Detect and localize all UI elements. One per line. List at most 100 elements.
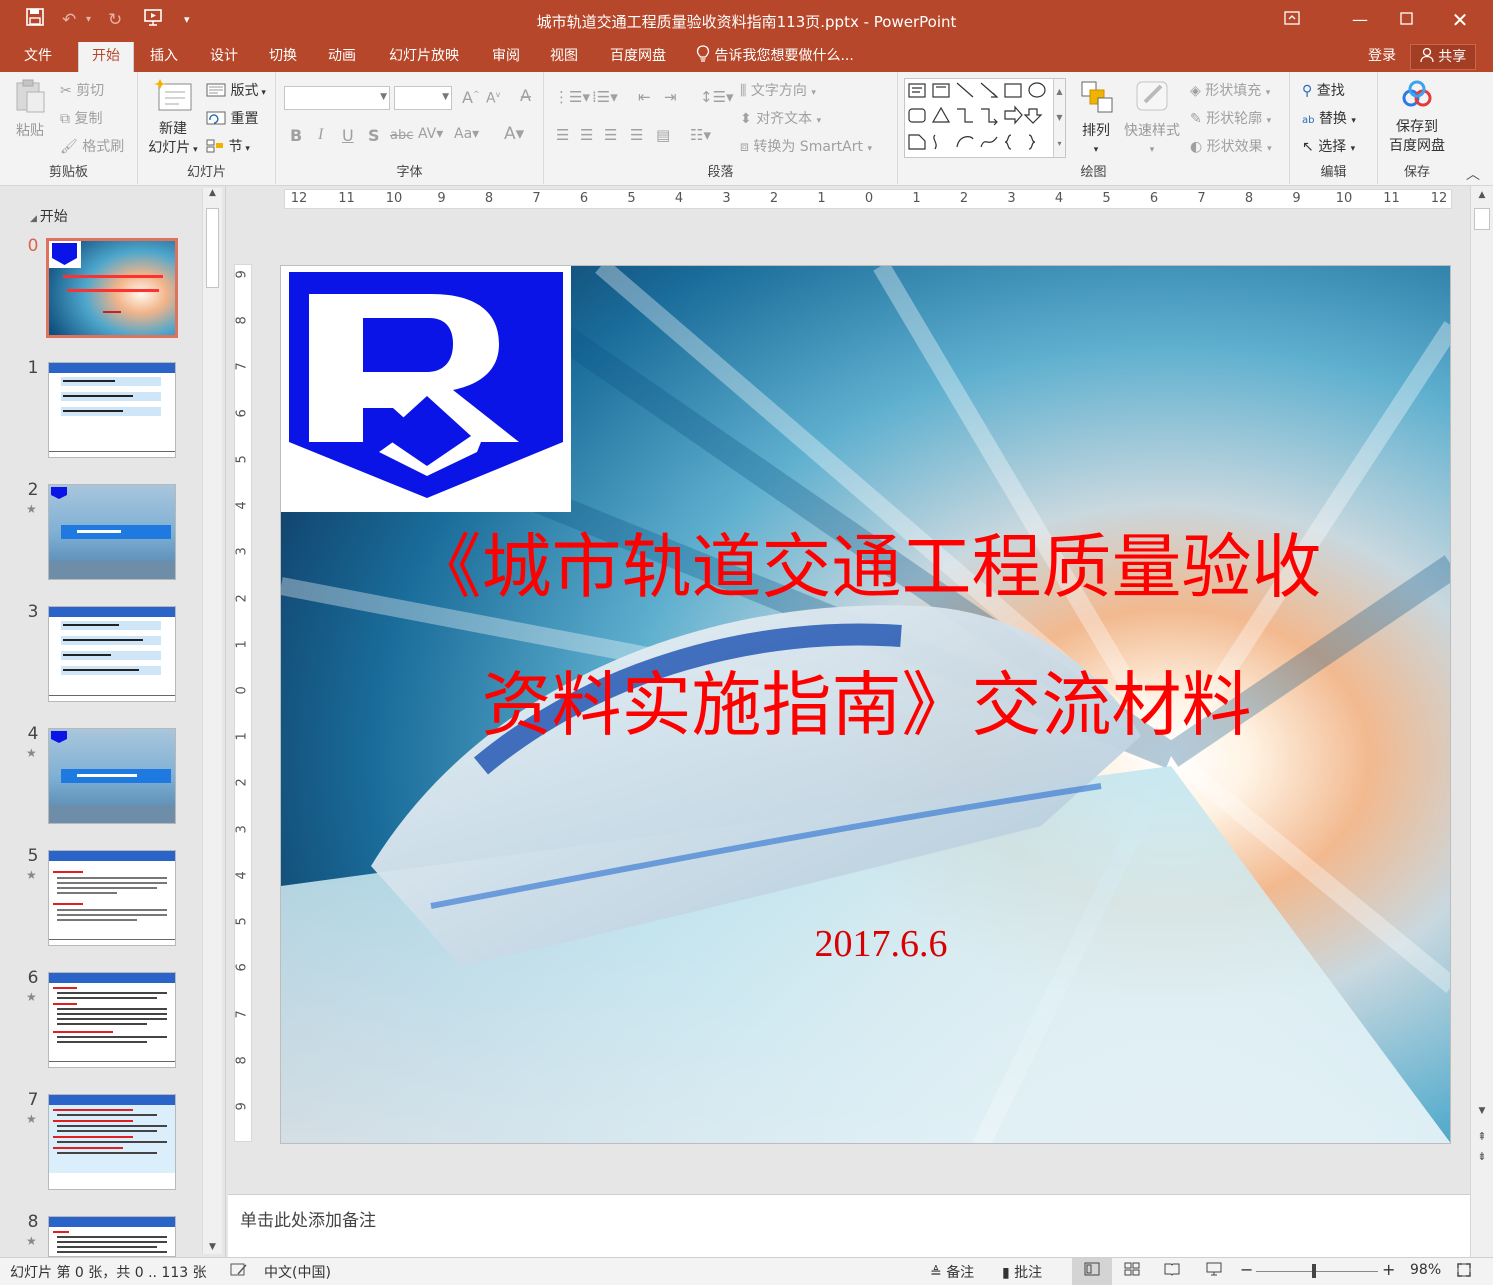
convert-smartart-button[interactable]: ⧈ 转换为 SmartArt ▾ — [740, 136, 872, 156]
slide-sorter-icon[interactable] — [1124, 1262, 1140, 1280]
zoom-slider-track[interactable] — [1256, 1271, 1378, 1272]
language-indicator[interactable]: 中文(中国) — [264, 1262, 331, 1282]
slide-thumbnail[interactable] — [48, 1216, 176, 1257]
thumbnail-scrollbar[interactable]: ▲ ▼ — [202, 188, 222, 1254]
maximize-icon[interactable] — [1386, 6, 1426, 34]
slide-thumbnail[interactable] — [48, 362, 176, 458]
zoom-level[interactable]: 98% — [1410, 1262, 1441, 1278]
numbering-icon[interactable]: ⁞☰▾ — [592, 88, 618, 106]
tab-review[interactable]: 审阅 — [482, 42, 530, 72]
scroll-up-icon[interactable]: ▲ — [1471, 190, 1493, 200]
tab-home[interactable]: 开始 — [78, 42, 134, 72]
bold-icon[interactable]: B — [290, 126, 302, 145]
tab-slideshow[interactable]: 幻灯片放映 — [380, 42, 468, 72]
font-color-icon[interactable]: A▾ — [504, 124, 524, 144]
close-icon[interactable]: ✕ — [1440, 6, 1480, 34]
align-text-button[interactable]: ⬍ 对齐文本 ▾ — [740, 108, 821, 128]
gallery-scroll[interactable]: ▲ ▼ ▾ — [1053, 79, 1065, 157]
grow-font-icon[interactable]: A^ — [462, 88, 480, 107]
fit-to-window-icon[interactable] — [1456, 1262, 1472, 1282]
line-spacing-icon[interactable]: ↕☰▾ — [700, 88, 734, 106]
layout-button[interactable]: 版式 ▾ — [206, 80, 266, 100]
reset-button[interactable]: 重置 — [206, 108, 258, 128]
tab-transitions[interactable]: 切换 — [259, 42, 307, 72]
shapes-gallery[interactable]: ▲ ▼ ▾ — [904, 78, 1066, 158]
slide-thumbnail[interactable] — [48, 1094, 176, 1190]
notes-pane[interactable]: 单击此处添加备注 — [228, 1194, 1470, 1257]
slide-title[interactable]: 《城市轨道交通工程质量验收 资料实施指南》交流材料 — [281, 498, 1450, 774]
shape-outline-button[interactable]: ✎ 形状轮廓 ▾ — [1190, 108, 1271, 128]
section-button[interactable]: 节 ▾ — [206, 136, 250, 156]
font-name-combo[interactable]: ▼ — [284, 86, 390, 110]
slide-thumbnail[interactable] — [48, 850, 176, 946]
shadow-icon[interactable]: S — [368, 126, 380, 145]
clear-formatting-icon[interactable]: A̶ — [520, 86, 531, 105]
bullets-icon[interactable]: ⋮☰▾ — [554, 88, 590, 106]
slide-canvas[interactable]: 《城市轨道交通工程质量验收 资料实施指南》交流材料 2017.6.6 — [280, 265, 1451, 1144]
copy-button[interactable]: ⧉ 复制 — [60, 108, 102, 128]
tab-insert[interactable]: 插入 — [140, 42, 188, 72]
save-to-netdisk-button[interactable]: 保存到 百度网盘 — [1382, 80, 1452, 156]
slide-thumbnail[interactable] — [48, 728, 176, 824]
replace-button[interactable]: ab 替换 ▾ — [1302, 108, 1356, 128]
decrease-indent-icon[interactable]: ⇤ — [638, 88, 651, 106]
minimize-icon[interactable]: — — [1340, 6, 1380, 34]
scroll-down-icon[interactable]: ▼ — [1471, 1106, 1493, 1116]
char-spacing-icon[interactable]: AV▾ — [418, 126, 443, 142]
change-case-icon[interactable]: Aa▾ — [454, 126, 479, 142]
scroll-up-icon[interactable]: ▲ — [203, 188, 222, 198]
tab-file[interactable]: 文件 — [10, 42, 66, 72]
scroll-thumb[interactable] — [206, 208, 219, 288]
increase-indent-icon[interactable]: ⇥ — [664, 88, 677, 106]
ribbon-display-options-icon[interactable] — [1272, 6, 1312, 34]
select-button[interactable]: ↖ 选择 ▾ — [1302, 136, 1355, 156]
scroll-down-icon[interactable]: ▼ — [203, 1242, 222, 1252]
tab-animations[interactable]: 动画 — [318, 42, 366, 72]
tab-design[interactable]: 设计 — [200, 42, 248, 72]
reading-view-icon[interactable] — [1164, 1262, 1180, 1280]
shrink-font-icon[interactable]: Av — [486, 90, 500, 107]
slide-thumbnail[interactable] — [48, 484, 176, 580]
collapse-triangle-icon[interactable]: ◢ — [30, 214, 40, 224]
arrange-button[interactable]: 排列 ▾ — [1074, 78, 1118, 160]
tab-baidu-netdisk[interactable]: 百度网盘 — [600, 42, 676, 72]
new-slide-button[interactable]: 新建 幻灯片 ▾ — [142, 78, 204, 160]
slide-thumbnail[interactable] — [48, 606, 176, 702]
zoom-slider-thumb[interactable] — [1312, 1264, 1316, 1278]
quick-styles-button[interactable]: 快速样式 ▾ — [1120, 78, 1184, 160]
justify-icon[interactable]: ☰ — [630, 126, 643, 144]
notes-button[interactable]: ≜ 备注 — [930, 1262, 974, 1282]
zoom-out-icon[interactable]: − — [1240, 1260, 1253, 1279]
text-direction-button[interactable]: ⫼ 文字方向 ▾ — [740, 80, 816, 100]
format-painter-button[interactable]: 🖌 格式刷 — [60, 136, 124, 156]
align-center-icon[interactable]: ☰ — [580, 126, 593, 144]
underline-icon[interactable]: U — [342, 126, 354, 145]
login-link[interactable]: 登录 — [1368, 42, 1396, 70]
distributed-icon[interactable]: ▤ — [656, 126, 670, 144]
slide-date[interactable]: 2017.6.6 — [281, 922, 1450, 966]
italic-icon[interactable]: I — [318, 126, 323, 144]
notes-placeholder[interactable]: 单击此处添加备注 — [240, 1206, 376, 1231]
align-left-icon[interactable]: ☰ — [556, 126, 569, 144]
slideshow-view-icon[interactable] — [1206, 1262, 1222, 1280]
shape-fill-button[interactable]: ◈ 形状填充 ▾ — [1190, 80, 1270, 100]
tab-view[interactable]: 视图 — [540, 42, 588, 72]
previous-slide-icon[interactable]: ⇞ — [1471, 1130, 1493, 1143]
share-button[interactable]: 共享 — [1410, 44, 1476, 70]
slide-thumbnail[interactable] — [46, 238, 178, 338]
tell-me-box[interactable]: 告诉我您想要做什么... — [696, 42, 854, 72]
zoom-in-icon[interactable]: + — [1382, 1260, 1395, 1279]
comments-button[interactable]: ▮ 批注 — [1002, 1262, 1042, 1282]
paste-button[interactable]: 粘贴 — [8, 78, 52, 141]
columns-icon[interactable]: ☷▾ — [690, 126, 711, 144]
next-slide-icon[interactable]: ⇟ — [1471, 1150, 1493, 1163]
cut-button[interactable]: ✂ 剪切 — [60, 80, 104, 100]
font-size-combo[interactable]: ▼ — [394, 86, 452, 110]
normal-view-icon[interactable] — [1084, 1262, 1100, 1280]
spell-check-icon[interactable] — [230, 1262, 248, 1282]
scroll-thumb[interactable] — [1474, 208, 1490, 230]
shape-effects-button[interactable]: ◐ 形状效果 ▾ — [1190, 136, 1272, 156]
section-header[interactable]: ◢ 开始 — [30, 206, 68, 226]
collapse-ribbon-icon[interactable]: ︿ — [1466, 164, 1480, 184]
find-button[interactable]: ⚲ 查找 — [1302, 80, 1345, 100]
